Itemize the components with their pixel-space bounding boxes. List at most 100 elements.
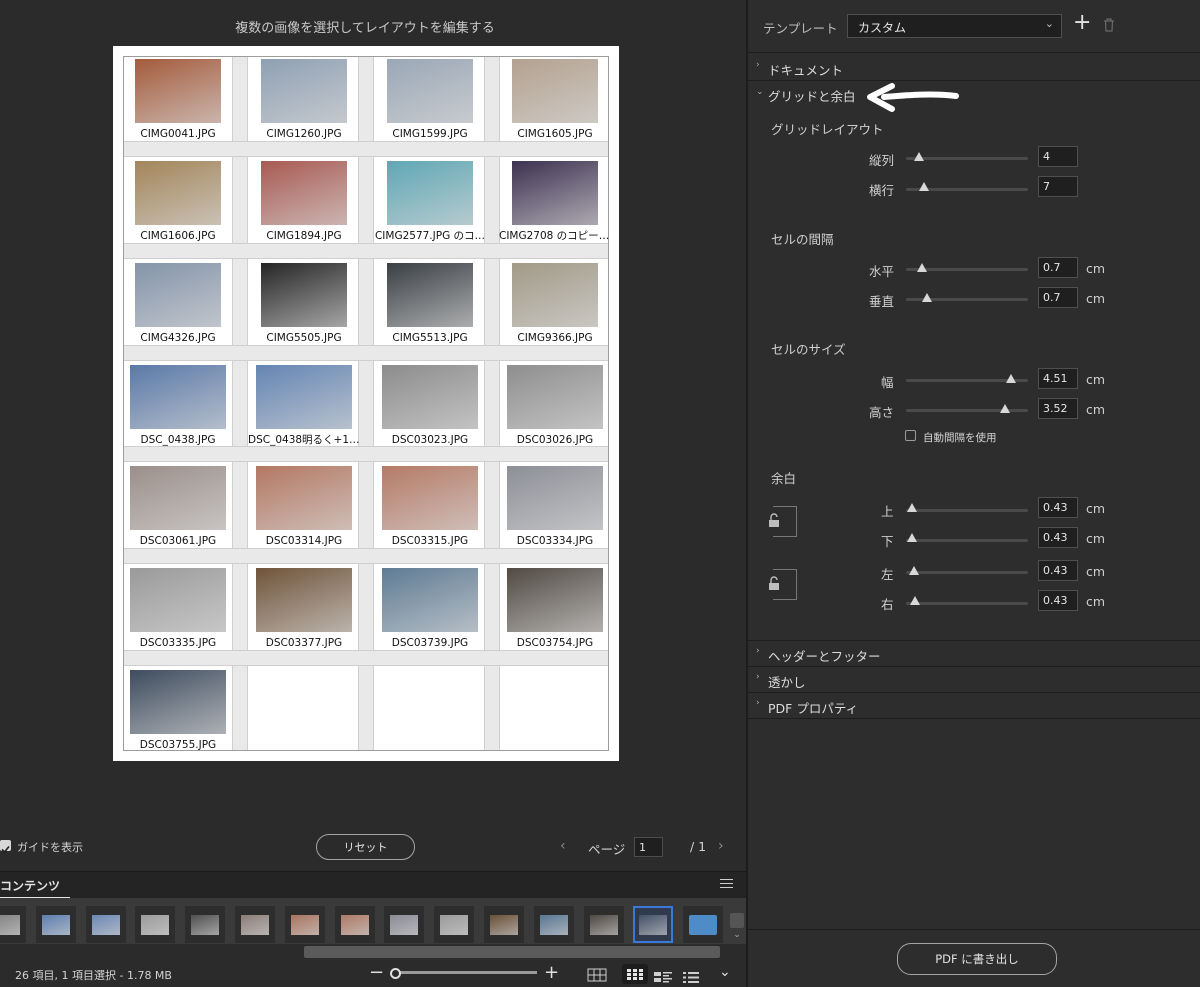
- thumbnail-image: [41, 914, 70, 935]
- grid-cell[interactable]: CIMG5505.JPG: [249, 263, 359, 345]
- show-guides-checkbox[interactable]: [0, 840, 11, 854]
- layout-grid[interactable]: CIMG0041.JPG CIMG1260.JPG CIMG1599.JPG CIMG…: [123, 56, 611, 752]
- rows-slider-knob[interactable]: [919, 182, 929, 191]
- strip-scrollbar-vertical[interactable]: ⌄: [730, 913, 744, 953]
- margin-right-slider-knob[interactable]: [910, 596, 920, 605]
- cell-height-input[interactable]: 3.52: [1038, 398, 1078, 419]
- grid-cell[interactable]: DSC03023.JPG: [375, 365, 485, 447]
- margin-left-slider[interactable]: [906, 571, 1028, 574]
- margin-top-slider-knob[interactable]: [907, 503, 917, 512]
- grid-cell[interactable]: DSC03335.JPG: [124, 568, 232, 650]
- margin-bottom-slider[interactable]: [906, 539, 1028, 542]
- vertical-spacing-input[interactable]: 0.7: [1038, 287, 1078, 308]
- view-grid-small-icon[interactable]: [622, 964, 648, 984]
- page-label: ページ: [588, 842, 626, 857]
- content-thumbnail[interactable]: [35, 906, 76, 943]
- contents-menu-icon[interactable]: [720, 879, 733, 888]
- horizontal-spacing-input[interactable]: 0.7: [1038, 257, 1078, 278]
- content-thumbnail[interactable]: [384, 906, 425, 943]
- margin-top-slider[interactable]: [906, 509, 1028, 512]
- grid-cell[interactable]: CIMG9366.JPG: [501, 263, 609, 345]
- content-thumbnail[interactable]: [683, 906, 724, 943]
- grid-cell[interactable]: DSC03377.JPG: [249, 568, 359, 650]
- grid-cell[interactable]: DSC_0438明るく+10…: [248, 365, 360, 447]
- next-page-icon[interactable]: ›: [718, 838, 724, 854]
- cell-size-title: セルのサイズ: [771, 342, 846, 357]
- grid-cell[interactable]: DSC03755.JPG: [124, 670, 232, 752]
- horizontal-spacing-slider-knob[interactable]: [917, 263, 927, 272]
- photo-thumbnail: [261, 263, 347, 327]
- view-list-icon[interactable]: [683, 968, 699, 987]
- trash-icon[interactable]: [1103, 17, 1115, 36]
- rows-input[interactable]: 7: [1038, 176, 1078, 197]
- grid-cell[interactable]: CIMG4326.JPG: [124, 263, 232, 345]
- grid-cell[interactable]: DSC03739.JPG: [375, 568, 485, 650]
- columns-slider-knob[interactable]: [914, 152, 924, 161]
- rows-label: 横行: [869, 183, 895, 198]
- auto-spacing-checkbox[interactable]: [905, 430, 916, 441]
- content-thumbnail[interactable]: [583, 906, 624, 943]
- zoom-slider-track[interactable]: [397, 971, 537, 974]
- contents-thumbnail-strip[interactable]: [0, 898, 746, 944]
- margin-bottom-slider-knob[interactable]: [907, 533, 917, 542]
- cell-height-slider-knob[interactable]: [1000, 404, 1010, 413]
- margin-left-slider-knob[interactable]: [909, 566, 919, 575]
- view-grid-large-icon[interactable]: [587, 967, 607, 986]
- margin-right-input[interactable]: 0.43: [1038, 590, 1078, 611]
- content-thumbnail[interactable]: [284, 906, 325, 943]
- columns-slider[interactable]: [906, 157, 1028, 160]
- content-thumbnail[interactable]: [334, 906, 375, 943]
- grid-cell[interactable]: DSC_0438.JPG: [124, 365, 232, 447]
- add-template-icon[interactable]: +: [1073, 11, 1091, 35]
- cell-width-input[interactable]: 4.51: [1038, 368, 1078, 389]
- zoom-in-icon[interactable]: +: [544, 962, 559, 983]
- photo-thumbnail: [512, 161, 598, 225]
- grid-cell[interactable]: CIMG5513.JPG: [375, 263, 485, 345]
- zoom-out-icon[interactable]: −: [369, 962, 384, 983]
- strip-scrollbar-horizontal[interactable]: [304, 946, 720, 958]
- grid-cell[interactable]: DSC03026.JPG: [501, 365, 609, 447]
- content-thumbnail[interactable]: [185, 906, 226, 943]
- grid-cell[interactable]: CIMG1606.JPG: [124, 161, 232, 243]
- content-thumbnail[interactable]: [434, 906, 475, 943]
- vertical-spacing-slider-knob[interactable]: [922, 293, 932, 302]
- grid-cell[interactable]: DSC03334.JPG: [501, 466, 609, 548]
- margin-top-input[interactable]: 0.43: [1038, 497, 1078, 518]
- content-thumbnail[interactable]: [633, 906, 674, 943]
- photo-filename: CIMG0041.JPG: [140, 128, 216, 140]
- page-number-input[interactable]: 1: [634, 837, 663, 857]
- margin-right-slider[interactable]: [906, 602, 1028, 605]
- grid-cell[interactable]: DSC03314.JPG: [249, 466, 359, 548]
- content-thumbnail[interactable]: [85, 906, 126, 943]
- content-thumbnail[interactable]: [484, 906, 524, 943]
- unlock-icon[interactable]: [768, 576, 780, 595]
- content-thumbnail[interactable]: [235, 906, 275, 943]
- view-detail-icon[interactable]: [654, 968, 672, 987]
- margin-bottom-input[interactable]: 0.43: [1038, 527, 1078, 548]
- prev-page-icon[interactable]: ‹: [560, 838, 566, 854]
- columns-input[interactable]: 4: [1038, 146, 1078, 167]
- grid-cell[interactable]: DSC03754.JPG: [501, 568, 609, 650]
- cell-width-slider-knob[interactable]: [1006, 374, 1016, 383]
- grid-cell[interactable]: CIMG2577.JPG のコ…: [375, 161, 485, 243]
- grid-cell[interactable]: CIMG0041.JPG: [124, 59, 232, 141]
- grid-cell[interactable]: DSC03061.JPG: [124, 466, 232, 548]
- thumbnail-image: [589, 914, 618, 935]
- template-select[interactable]: カスタム ⌄: [847, 14, 1062, 38]
- unlock-icon[interactable]: [768, 513, 780, 532]
- content-thumbnail[interactable]: [135, 906, 176, 943]
- content-thumbnail[interactable]: [533, 906, 574, 943]
- grid-cell[interactable]: CIMG1894.JPG: [249, 161, 359, 243]
- reset-button[interactable]: リセット: [316, 834, 415, 860]
- photo-filename: CIMG9366.JPG: [517, 332, 593, 344]
- export-pdf-button[interactable]: PDF に書き出し: [897, 943, 1057, 975]
- zoom-slider-knob[interactable]: [390, 968, 401, 979]
- grid-cell[interactable]: CIMG1605.JPG: [501, 59, 609, 141]
- grid-cell[interactable]: DSC03315.JPG: [375, 466, 485, 548]
- content-thumbnail[interactable]: [0, 906, 26, 943]
- margin-left-input[interactable]: 0.43: [1038, 560, 1078, 581]
- grid-cell[interactable]: CIMG1260.JPG: [249, 59, 359, 141]
- grid-cell[interactable]: CIMG2708 のコピーJ…: [499, 161, 611, 243]
- grid-cell[interactable]: CIMG1599.JPG: [375, 59, 485, 141]
- collapse-chevron-icon[interactable]: ⌄: [719, 964, 731, 980]
